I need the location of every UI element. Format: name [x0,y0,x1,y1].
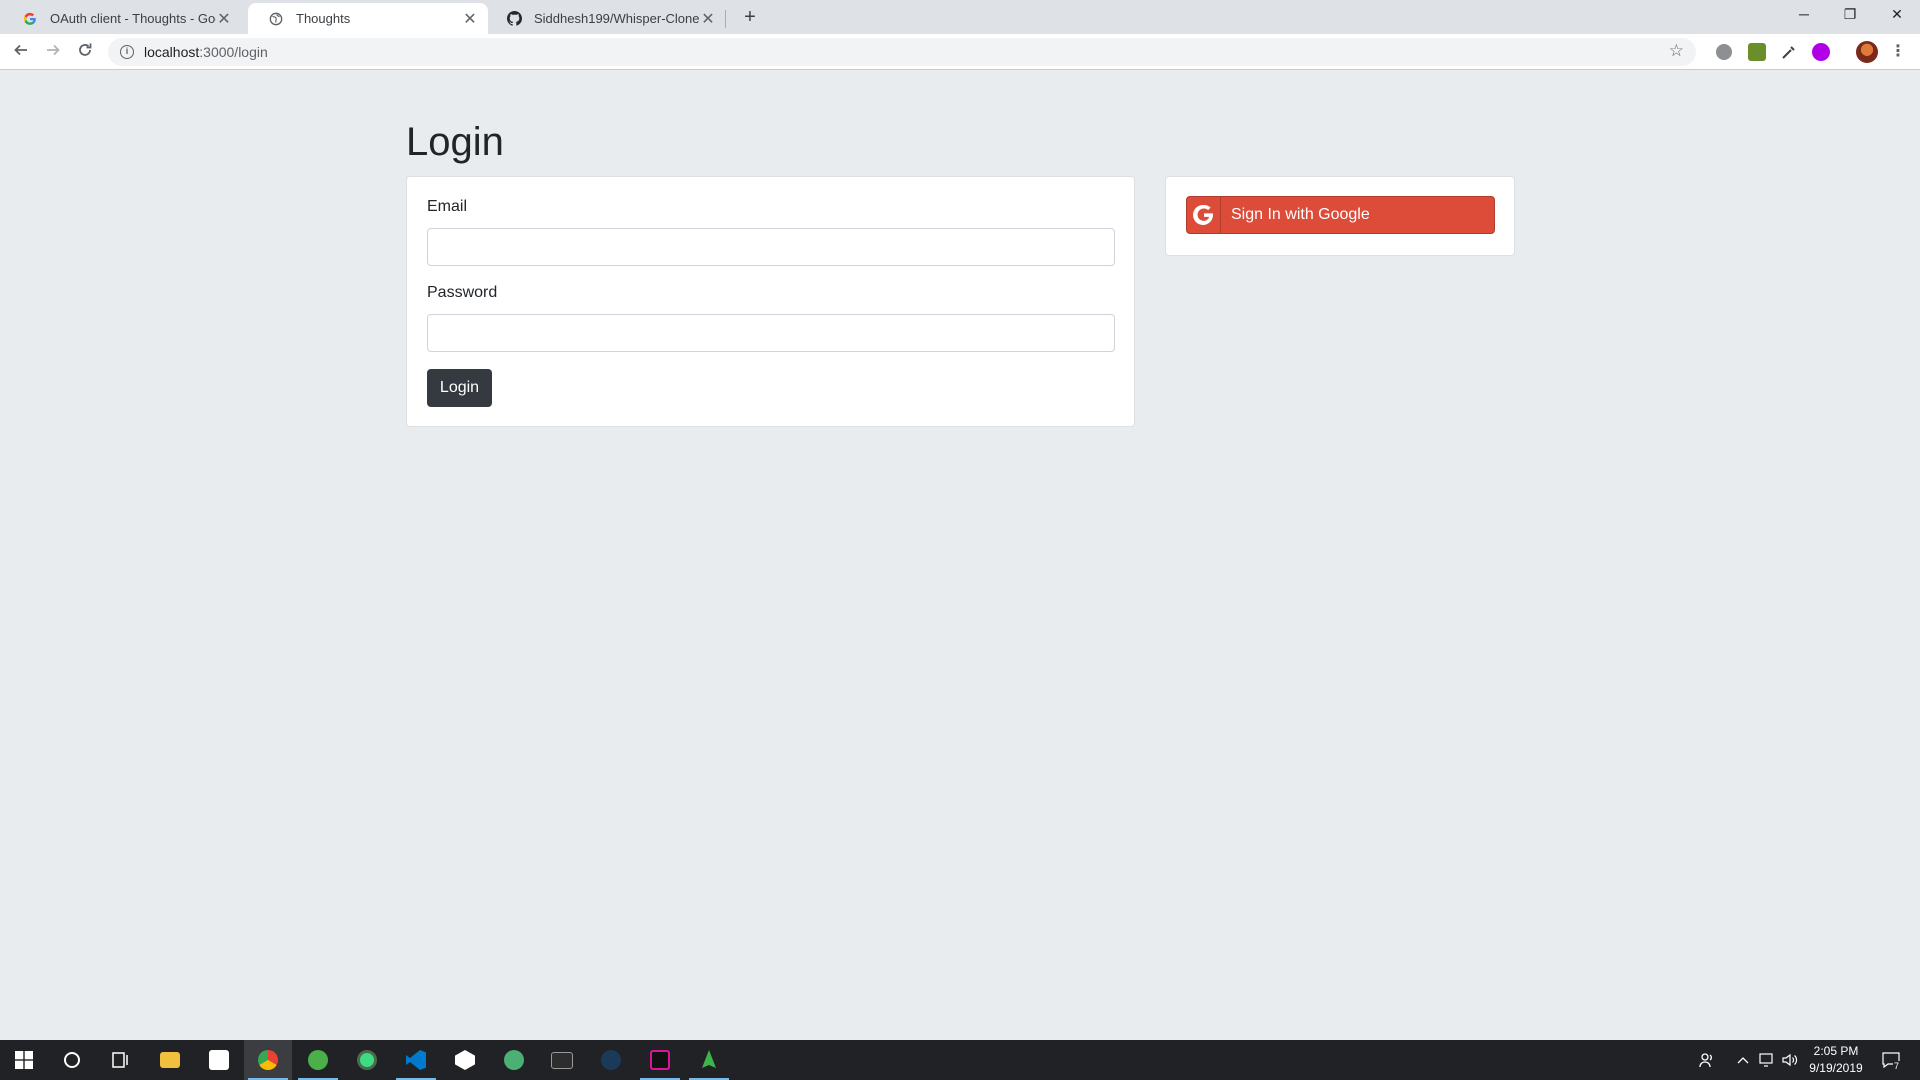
network-icon[interactable] [1756,1040,1778,1080]
tab-thoughts[interactable]: Thoughts ✕ [248,3,488,34]
profile-avatar[interactable] [1856,41,1878,63]
github-favicon-icon [506,11,522,27]
tab-title: Thoughts [296,11,351,26]
browser-toolbar: i localhost:3000/login ☆ ⋮ [0,34,1920,70]
email-input[interactable] [427,228,1115,266]
show-hidden-icons-chevron-icon[interactable] [1732,1040,1754,1080]
google-favicon-icon [22,11,38,27]
vscode-icon[interactable] [392,1040,440,1080]
forward-button[interactable] [41,40,65,64]
forward-arrow-icon [47,44,60,56]
back-arrow-icon [14,44,27,56]
page-title: Login [406,120,504,164]
url-path: :3000/login [199,44,268,60]
password-input[interactable] [427,314,1115,352]
clock-time: 2:05 PM [1813,1044,1859,1058]
bookmark-star-icon[interactable]: ☆ [1669,41,1684,61]
extension-purple-icon[interactable] [1812,43,1830,61]
tab-oauth-client[interactable]: OAuth client - Thoughts - Google ✕ [2,3,242,34]
google-signin-button[interactable]: Sign In with Google [1186,196,1495,234]
chrome-icon[interactable] [244,1040,292,1080]
browser-menu-icon[interactable]: ⋮ [1886,40,1910,64]
people-icon[interactable] [1694,1040,1720,1080]
tab-close-icon[interactable]: ✕ [216,9,232,29]
new-tab-button[interactable]: + [738,6,762,30]
reload-icon [79,43,92,56]
volume-icon[interactable] [1779,1040,1801,1080]
google-signin-card: Sign In with Google [1165,176,1515,256]
notification-count-badge: 7 [1893,1061,1901,1071]
app-green-icon[interactable] [490,1040,538,1080]
tab-github-repo[interactable]: Siddhesh199/Whisper-Clone ✕ [486,3,726,34]
task-view-icon[interactable] [96,1040,144,1080]
url-host: localhost [144,44,200,60]
login-form-card: Email Password Login [406,176,1135,427]
close-window-button[interactable]: ✕ [1874,0,1920,30]
tab-title: Siddhesh199/Whisper-Clone [534,11,700,26]
minimize-button[interactable]: ─ [1781,0,1827,30]
globe-favicon-icon [268,11,284,27]
steam-icon[interactable] [587,1040,635,1080]
address-bar[interactable]: i localhost:3000/login ☆ [108,38,1696,66]
tab-close-icon[interactable]: ✕ [462,9,478,29]
extension-stack-icon[interactable] [1748,43,1766,61]
microsoft-store-icon[interactable] [195,1040,243,1080]
action-center-icon[interactable]: 7 [1876,1040,1906,1080]
cortana-search-icon[interactable] [48,1040,96,1080]
robo3t-icon[interactable] [685,1040,733,1080]
back-button[interactable] [9,40,33,64]
unity-icon[interactable] [441,1040,489,1080]
reload-button[interactable] [73,40,97,64]
google-g-icon [1187,197,1221,233]
taskbar-clock[interactable]: 2:05 PM 9/19/2019 [1806,1043,1866,1077]
windows-taskbar: 2:05 PM 9/19/2019 7 [0,1040,1920,1080]
extension-bug-icon[interactable] [1716,44,1732,60]
hyper-terminal-icon[interactable] [636,1040,684,1080]
login-button[interactable]: Login [427,369,492,407]
password-label: Password [427,284,498,301]
clock-date: 9/19/2019 [1809,1061,1863,1075]
restore-button[interactable]: ❐ [1827,0,1873,30]
utorrent-icon[interactable] [294,1040,342,1080]
site-info-icon[interactable]: i [120,45,134,59]
file-explorer-icon[interactable] [146,1040,194,1080]
tab-separator [725,10,726,28]
tab-close-icon[interactable]: ✕ [700,9,716,29]
email-label: Email [427,198,468,215]
google-signin-label: Sign In with Google [1231,206,1370,223]
eyedropper-extension-icon[interactable] [1780,43,1798,61]
android-studio-icon[interactable] [343,1040,391,1080]
windows-start-icon[interactable] [0,1040,48,1080]
browser-tab-strip: OAuth client - Thoughts - Google ✕ Thoug… [0,0,1920,34]
address-url: localhost:3000/login [144,44,268,60]
terminal-window-icon[interactable] [538,1040,586,1080]
tab-title: OAuth client - Thoughts - Google [50,11,216,26]
